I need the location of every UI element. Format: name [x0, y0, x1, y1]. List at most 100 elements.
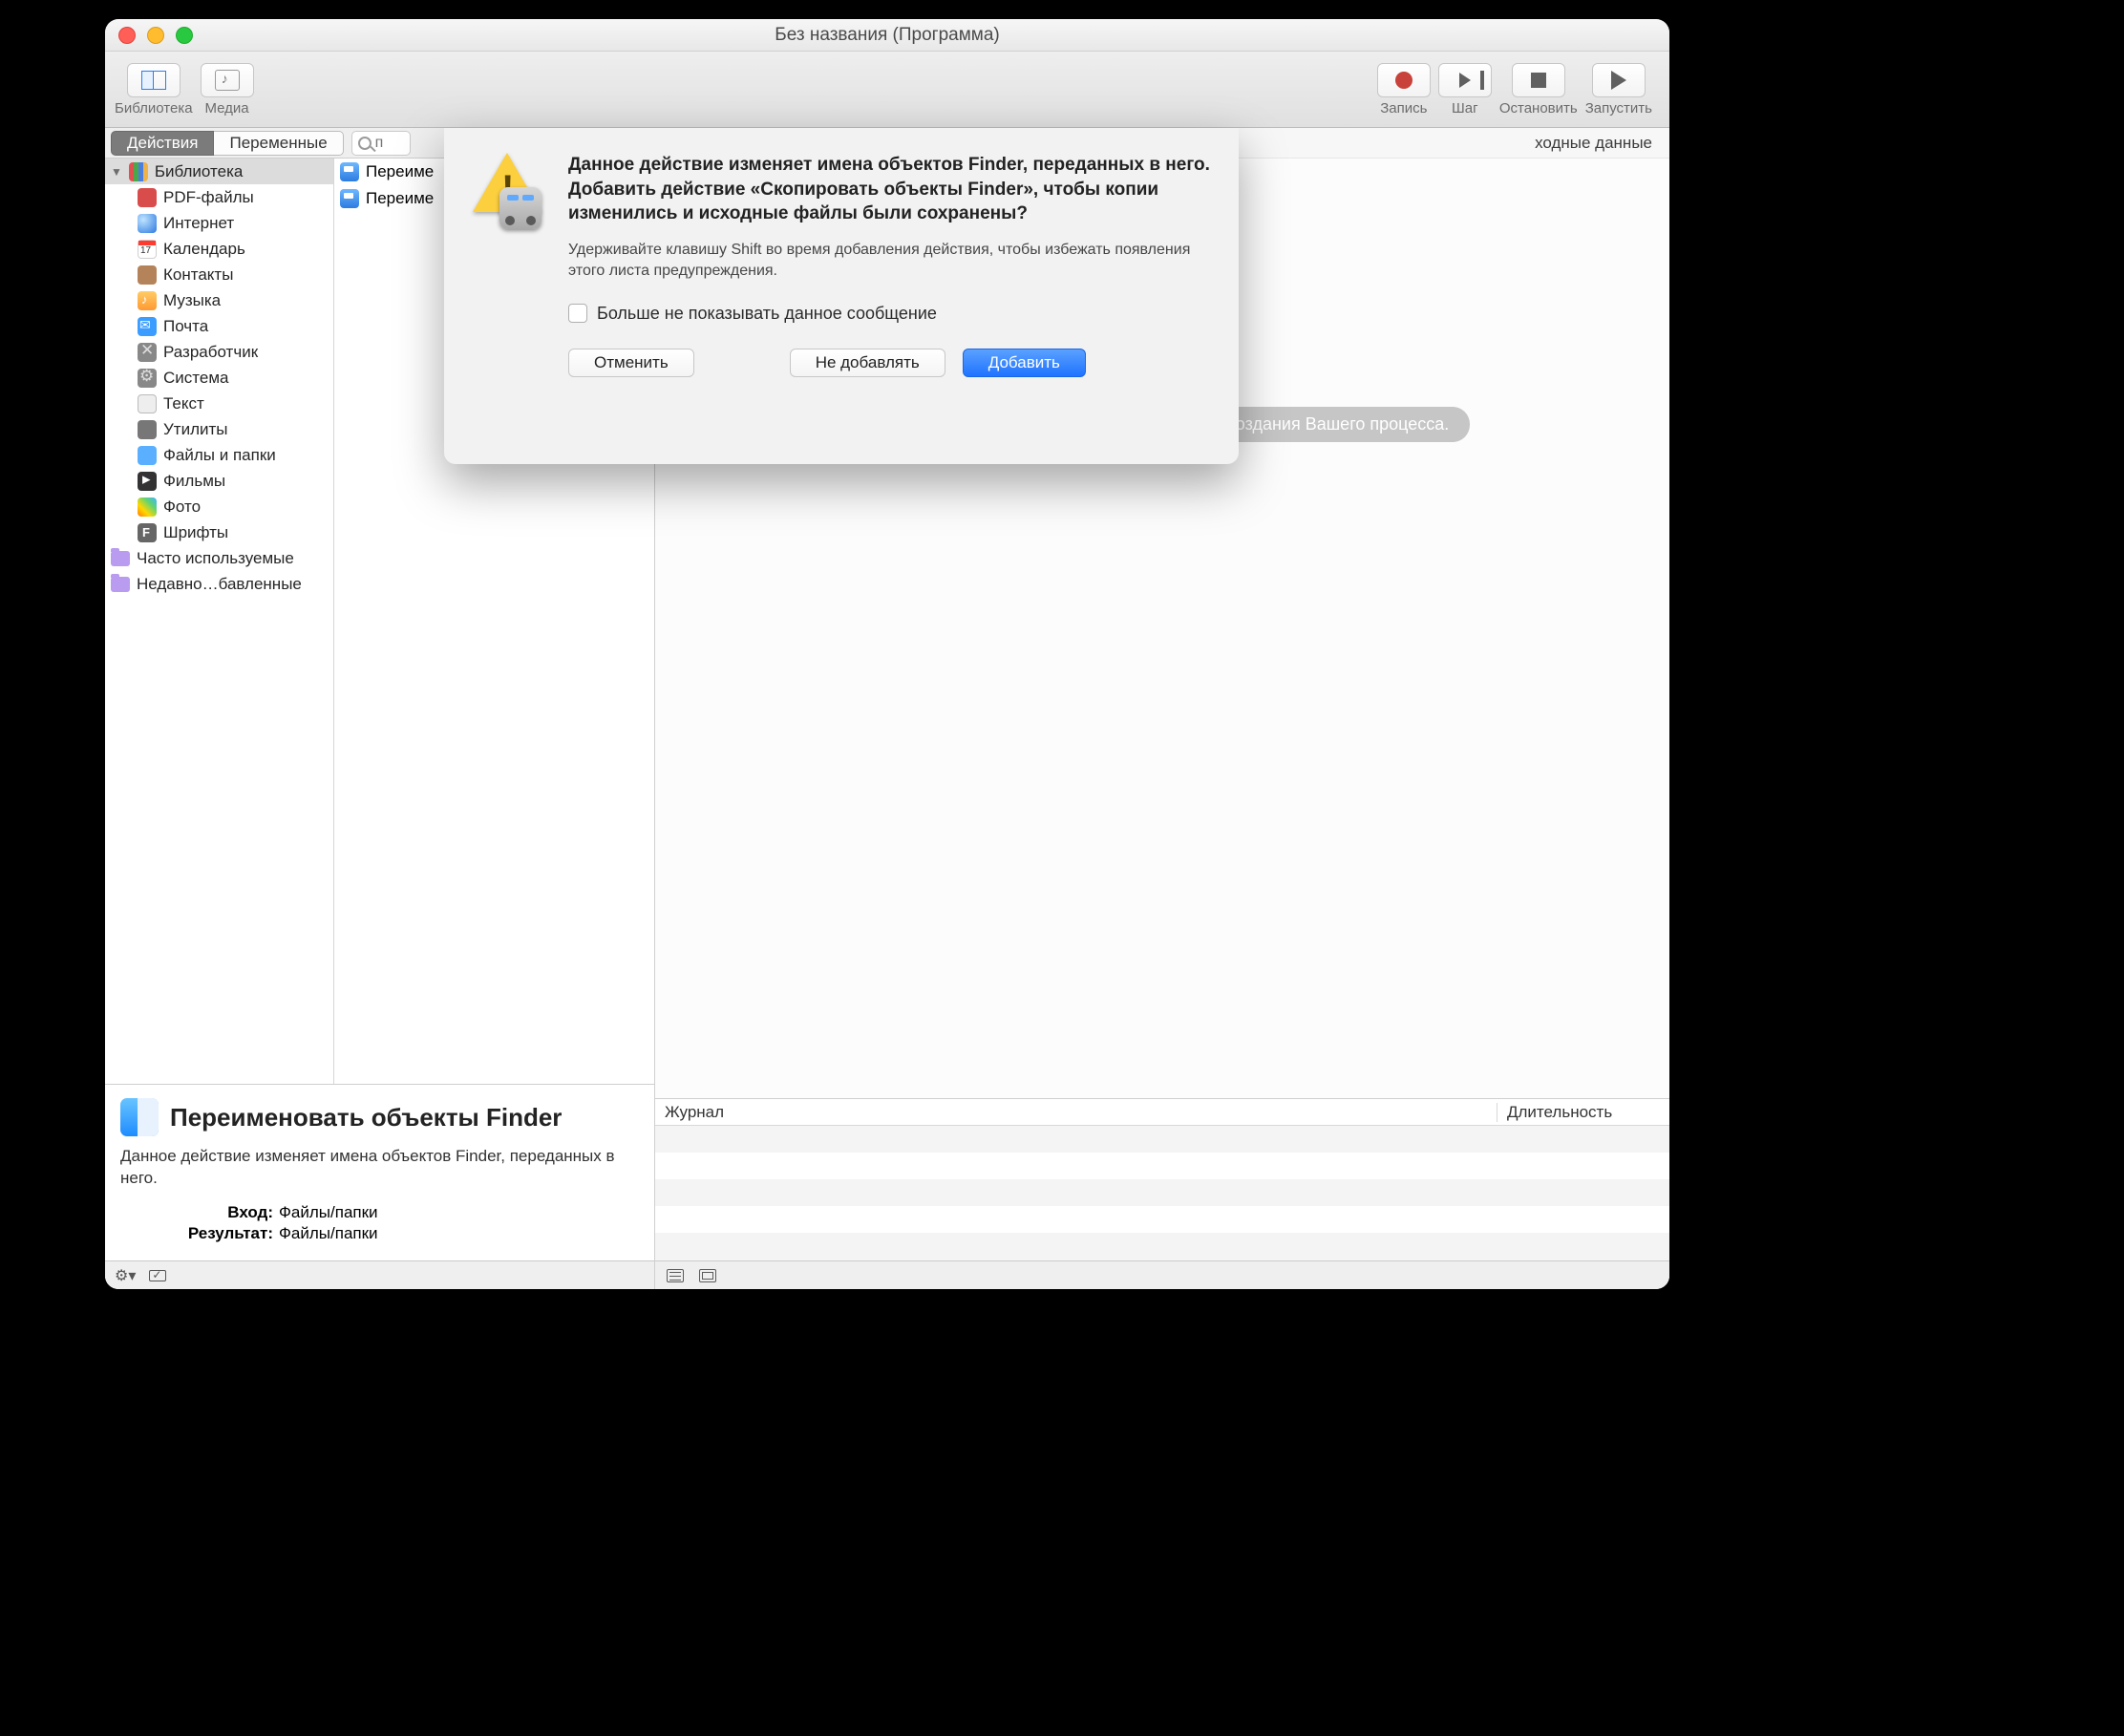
utilities-icon [138, 420, 157, 439]
window-title: Без названия (Программа) [105, 25, 1669, 46]
info-title: Переименовать объекты Finder [170, 1103, 562, 1133]
info-input-value: Файлы/папки [279, 1203, 378, 1222]
alert-subtext: Удерживайте клавишу Shift во время добав… [568, 240, 1210, 283]
toolbar-run-button[interactable]: Запустить [1585, 63, 1652, 116]
sidebar-item-movies[interactable]: Фильмы [105, 468, 333, 494]
tab-variables[interactable]: Переменные [214, 131, 343, 156]
pdf-icon [138, 188, 157, 207]
segmented-control: Действия Переменные [111, 131, 344, 156]
app-window: Без названия (Программа) Библиотека Меди… [105, 19, 1669, 1289]
log-column-journal[interactable]: Журнал [655, 1103, 1497, 1122]
info-panel: Переименовать объекты Finder Данное дейс… [105, 1084, 654, 1260]
sidebar-item-label: Календарь [163, 240, 245, 259]
sidebar-item-internet[interactable]: Интернет [105, 210, 333, 236]
fonts-icon [138, 523, 157, 542]
movies-icon [138, 472, 157, 491]
cancel-button[interactable]: Отменить [568, 349, 694, 377]
sidebar-item-system[interactable]: Система [105, 365, 333, 391]
sidebar-item-fonts[interactable]: Шрифты [105, 519, 333, 545]
developer-icon [138, 343, 157, 362]
warning-icon: ! [473, 153, 547, 227]
sidebar-item-label: Фото [163, 498, 201, 517]
toolbar-media-button[interactable]: Медиа [201, 63, 254, 116]
finder-action-icon [340, 162, 359, 181]
sidebar-item-label: Текст [163, 394, 204, 413]
stop-icon [1531, 73, 1546, 88]
sidebar-item-label: Музыка [163, 291, 221, 310]
smart-folder-icon [111, 577, 130, 592]
media-icon [215, 70, 240, 91]
sidebar-item-label: Шрифты [163, 523, 228, 542]
log-rows [655, 1126, 1669, 1260]
library-icon [141, 71, 166, 90]
calendar-icon [138, 240, 157, 259]
toolbar-library-button[interactable]: Библиотека [115, 63, 193, 116]
sidebar-item-label: Разработчик [163, 343, 258, 362]
search-input[interactable] [375, 135, 404, 152]
automator-badge-icon [499, 187, 542, 229]
sidebar-item-label: Система [163, 369, 228, 388]
step-icon [1459, 73, 1471, 88]
toolbar-record-button[interactable]: Запись [1377, 63, 1431, 116]
mail-icon [138, 317, 157, 336]
sidebar-item-mail[interactable]: Почта [105, 313, 333, 339]
toolbar-stop-label: Остановить [1499, 100, 1578, 116]
category-sidebar[interactable]: ▼ Библиотека PDF-файлы Интернет Календар… [105, 159, 334, 1084]
sidebar-item-developer[interactable]: Разработчик [105, 339, 333, 365]
info-result-label: Результат: [120, 1224, 273, 1243]
checkbox-label: Больше не показывать данное сообщение [597, 304, 937, 324]
sidebar-item-music[interactable]: Музыка [105, 287, 333, 313]
smart-folder-icon [111, 551, 130, 566]
play-icon [1611, 71, 1626, 90]
system-icon [138, 369, 157, 388]
info-input-label: Вход: [120, 1203, 273, 1222]
sidebar-item-calendar[interactable]: Календарь [105, 236, 333, 262]
photo-icon [138, 498, 157, 517]
gear-icon[interactable]: ⚙︎▾ [115, 1266, 136, 1285]
sidebar-item-contacts[interactable]: Контакты [105, 262, 333, 287]
sidebar-item-label: Недавно…бавленные [137, 575, 302, 594]
dont-show-again-checkbox[interactable]: Больше не показывать данное сообщение [568, 304, 1210, 324]
list-item-label: Переиме [366, 162, 434, 181]
library-footer: ⚙︎▾ [105, 1260, 654, 1289]
titlebar: Без названия (Программа) [105, 19, 1669, 52]
sidebar-item-library[interactable]: ▼ Библиотека [105, 159, 333, 184]
toolbar: Библиотека Медиа Запись Шаг Остановить [105, 52, 1669, 128]
sidebar-item-label: Файлы и папки [163, 446, 276, 465]
toolbar-step-label: Шаг [1452, 100, 1478, 116]
log-table: Журнал Длительность [655, 1098, 1669, 1260]
sidebar-item-photo[interactable]: Фото [105, 494, 333, 519]
sidebar-item-files[interactable]: Файлы и папки [105, 442, 333, 468]
sidebar-item-label: Контакты [163, 265, 233, 285]
finder-icon [120, 1098, 159, 1136]
sidebar-item-pdf[interactable]: PDF-файлы [105, 184, 333, 210]
log-view-icon[interactable] [667, 1269, 684, 1282]
sidebar-item-label: Почта [163, 317, 208, 336]
sidebar-item-text[interactable]: Текст [105, 391, 333, 416]
toolbar-library-label: Библиотека [115, 100, 193, 116]
toolbar-stop-button[interactable]: Остановить [1499, 63, 1578, 116]
sidebar-item-utilities[interactable]: Утилиты [105, 416, 333, 442]
sidebar-item-label: Фильмы [163, 472, 225, 491]
toggle-info-icon[interactable] [149, 1270, 166, 1281]
toolbar-run-label: Запустить [1585, 100, 1652, 116]
workflow-receives-label: ходные данные [1535, 134, 1652, 153]
toolbar-media-label: Медиа [204, 100, 248, 116]
checkbox-icon [568, 304, 587, 323]
finder-action-icon [340, 189, 359, 208]
toolbar-record-label: Запись [1380, 100, 1427, 116]
add-button[interactable]: Добавить [963, 349, 1086, 377]
alert-heading: Данное действие изменяет имена объектов … [568, 153, 1210, 226]
tab-actions[interactable]: Действия [111, 131, 214, 156]
workflow-footer [655, 1260, 1669, 1289]
results-view-icon[interactable] [699, 1269, 716, 1282]
toolbar-step-button[interactable]: Шаг [1438, 63, 1492, 116]
library-search[interactable] [351, 131, 411, 156]
sidebar-item-recent[interactable]: Недавно…бавленные [105, 571, 333, 597]
dont-add-button[interactable]: Не добавлять [790, 349, 945, 377]
files-icon [138, 446, 157, 465]
log-column-duration[interactable]: Длительность [1497, 1103, 1669, 1122]
contacts-icon [138, 265, 157, 285]
sidebar-item-most-used[interactable]: Часто используемые [105, 545, 333, 571]
sidebar-item-label: Интернет [163, 214, 234, 233]
